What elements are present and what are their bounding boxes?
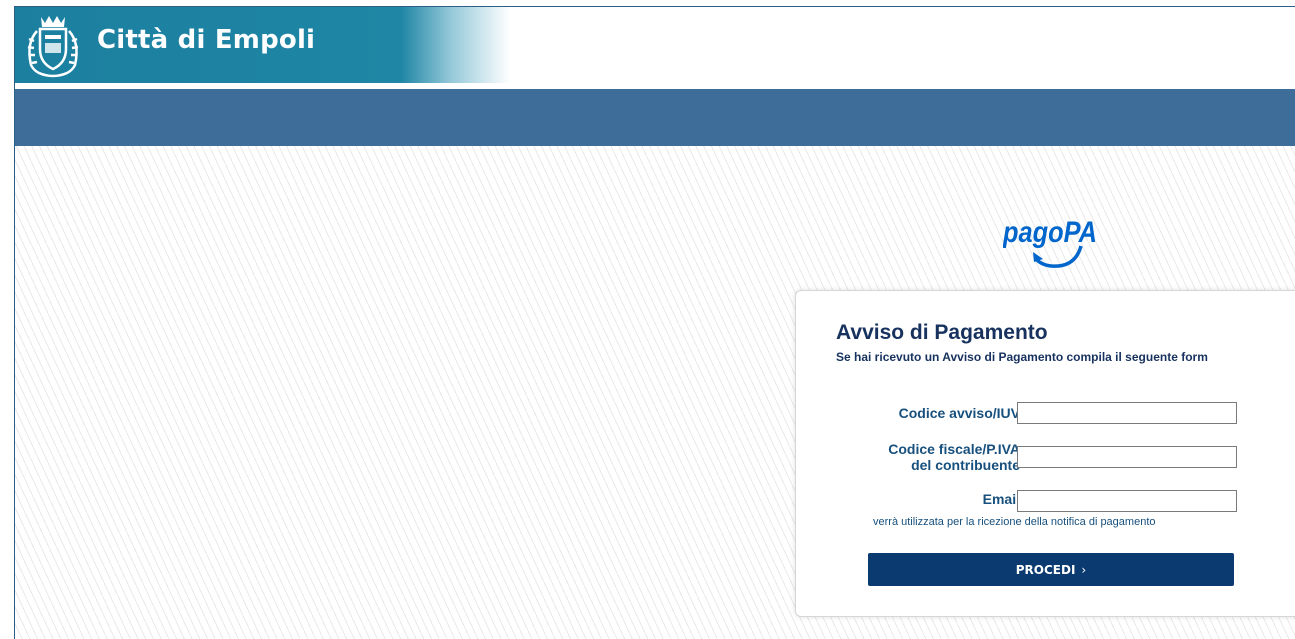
pagopa-logo: pagoPA — [1003, 216, 1097, 268]
email-label: Email — [982, 491, 1020, 507]
chevron-right-icon: › — [1081, 562, 1087, 577]
iuv-label: Codice avviso/IUV — [898, 405, 1020, 421]
form-title: Avviso di Pagamento — [836, 321, 1048, 344]
city-crest-icon — [27, 16, 79, 78]
tax-code-label-line1: Codice fiscale/P.IVA — [888, 441, 1020, 457]
site-title[interactable]: Città di Empoli — [97, 25, 315, 55]
payment-notice-card: Avviso di Pagamento Se hai ricevuto un A… — [795, 290, 1295, 617]
main-navbar — [14, 89, 1295, 146]
procedi-button-label: PROCEDI — [1015, 562, 1076, 577]
tax-code-label-line2: del contribuente — [911, 457, 1020, 473]
page: Città di Empoli pagoPA Avviso di Pagamen… — [0, 0, 1295, 639]
tax-code-input[interactable] — [1017, 446, 1237, 468]
procedi-button[interactable]: PROCEDI › — [868, 553, 1234, 586]
iuv-input[interactable] — [1017, 402, 1237, 424]
email-note: verrà utilizzata per la ricezione della … — [873, 516, 1156, 528]
form-subtitle: Se hai ricevuto un Avviso di Pagamento c… — [836, 350, 1208, 364]
tax-code-label: Codice fiscale/P.IVA del contribuente — [888, 441, 1020, 473]
email-input[interactable] — [1017, 490, 1237, 512]
brand-band: Città di Empoli — [15, 7, 510, 83]
pagopa-logo-text: pagoPA — [1003, 216, 1097, 249]
site-header: Città di Empoli — [14, 6, 1295, 83]
